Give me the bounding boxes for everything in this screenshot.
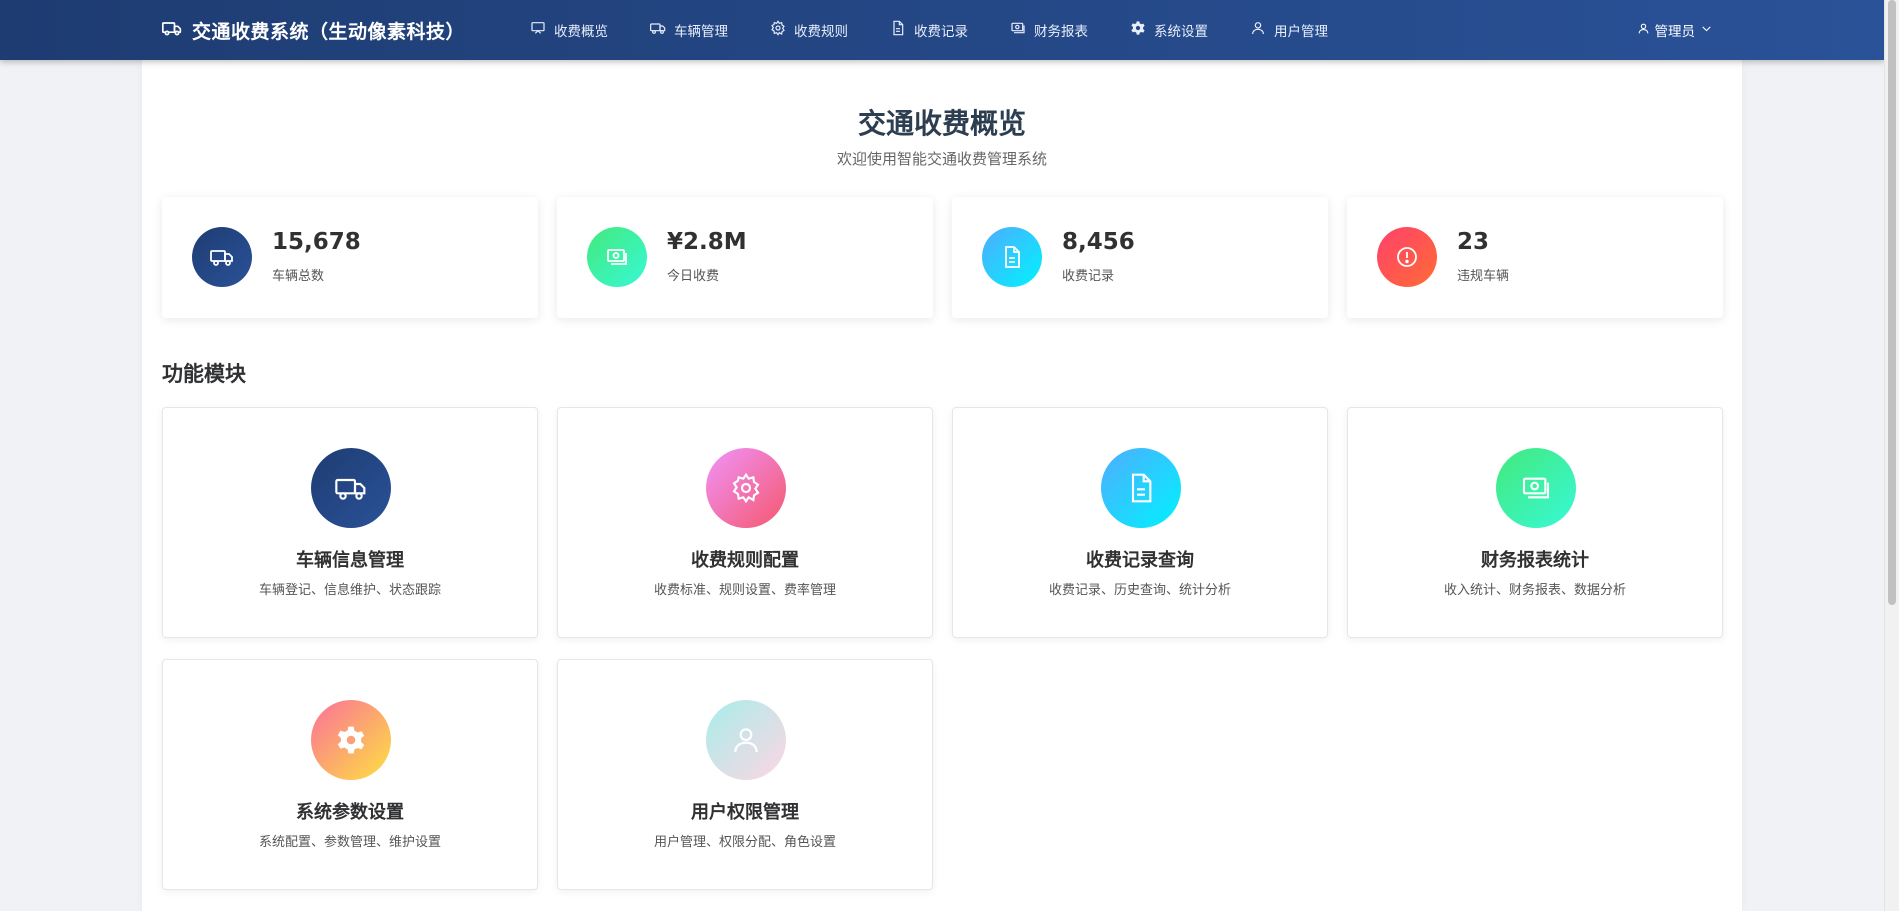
- stat-card-vehicles: 15,678 车辆总数: [162, 197, 538, 318]
- stat-card-revenue: ¥2.8M 今日收费: [557, 197, 933, 318]
- module-title: 系统参数设置: [296, 802, 404, 823]
- document-icon: [1101, 448, 1181, 528]
- module-title: 用户权限管理: [691, 802, 799, 823]
- main-nav: 收费概览 车辆管理 收费规则 收费记录 财务报表 系统设置 用户管理: [509, 0, 1349, 60]
- module-card-user-permissions[interactable]: 用户权限管理 用户管理、权限分配、角色设置: [557, 659, 933, 890]
- module-desc: 收费标准、规则设置、费率管理: [653, 583, 836, 598]
- module-card-fee-records[interactable]: 收费记录查询 收费记录、历史查询、统计分析: [952, 407, 1328, 638]
- module-desc: 收入统计、财务报表、数据分析: [1443, 583, 1626, 598]
- module-title: 收费记录查询: [1086, 550, 1194, 571]
- nav-item-finance[interactable]: 财务报表: [989, 0, 1109, 60]
- user-icon: [1637, 22, 1650, 39]
- nav-item-label: 收费概览: [554, 24, 608, 40]
- document-icon: [982, 227, 1042, 287]
- module-desc: 系统配置、参数管理、维护设置: [258, 835, 441, 850]
- page-subtitle: 欢迎使用智能交通收费管理系统: [836, 150, 1047, 168]
- nav-item-label: 收费记录: [914, 24, 968, 40]
- brand[interactable]: 交通收费系统（生动像素科技）: [162, 0, 465, 60]
- gear-filled-icon: [311, 700, 391, 780]
- nav-item-overview[interactable]: 收费概览: [509, 0, 629, 60]
- module-card-vehicle-info[interactable]: 车辆信息管理 车辆登记、信息维护、状态跟踪: [162, 407, 538, 638]
- main-content: 交通收费概览 欢迎使用智能交通收费管理系统 15,678 车辆总数 ¥2.8M …: [142, 60, 1742, 911]
- stat-label: 违规车辆: [1457, 269, 1510, 284]
- gear-outline-icon: [706, 448, 786, 528]
- stat-value: 15,678: [272, 229, 361, 255]
- truck-icon: [192, 227, 252, 287]
- stat-value: 8,456: [1062, 229, 1135, 255]
- chevron-down-icon: [1700, 22, 1713, 39]
- top-navbar: 交通收费系统（生动像素科技） 收费概览 车辆管理 收费规则 收费记录 财务报表 …: [0, 0, 1884, 60]
- module-card-system-params[interactable]: 系统参数设置 系统配置、参数管理、维护设置: [162, 659, 538, 890]
- module-card-fee-rules[interactable]: 收费规则配置 收费标准、规则设置、费率管理: [557, 407, 933, 638]
- page-title: 交通收费概览: [857, 107, 1026, 140]
- money-icon: [587, 227, 647, 287]
- nav-item-label: 财务报表: [1034, 24, 1088, 40]
- nav-item-rules[interactable]: 收费规则: [749, 0, 869, 60]
- stat-label: 今日收费: [667, 269, 720, 284]
- nav-item-vehicles[interactable]: 车辆管理: [629, 0, 749, 60]
- truck-icon: [311, 448, 391, 528]
- stat-value: 23: [1457, 229, 1490, 255]
- module-title: 收费规则配置: [691, 550, 799, 571]
- module-desc: 用户管理、权限分配、角色设置: [653, 835, 836, 850]
- nav-item-label: 车辆管理: [674, 24, 728, 40]
- document-icon: [890, 20, 906, 40]
- user-menu[interactable]: 管理员: [1637, 0, 1714, 60]
- module-title: 车辆信息管理: [296, 550, 404, 571]
- stat-label: 收费记录: [1062, 269, 1115, 284]
- module-desc: 收费记录、历史查询、统计分析: [1048, 583, 1231, 598]
- vertical-scrollbar[interactable]: [1884, 0, 1899, 911]
- section-title: 功能模块: [162, 362, 246, 386]
- scrollbar-thumb[interactable]: [1888, 0, 1896, 605]
- user-name: 管理员: [1654, 24, 1696, 40]
- warning-icon: [1377, 227, 1437, 287]
- module-desc: 车辆登记、信息维护、状态跟踪: [258, 583, 441, 598]
- monitor-icon: [530, 20, 546, 40]
- money-icon: [1010, 20, 1026, 40]
- truck-icon: [162, 18, 182, 42]
- truck-icon: [650, 20, 666, 40]
- stat-value: ¥2.8M: [667, 229, 747, 255]
- stat-card-records: 8,456 收费记录: [952, 197, 1328, 318]
- user-icon: [706, 700, 786, 780]
- module-card-finance[interactable]: 财务报表统计 收入统计、财务报表、数据分析: [1347, 407, 1723, 638]
- gear-outline-icon: [770, 20, 786, 40]
- user-icon: [1250, 20, 1266, 40]
- nav-item-users[interactable]: 用户管理: [1229, 0, 1349, 60]
- stat-card-violations: 23 违规车辆: [1347, 197, 1723, 318]
- module-title: 财务报表统计: [1481, 550, 1589, 571]
- app-title: 交通收费系统（生动像素科技）: [192, 20, 466, 43]
- nav-item-settings[interactable]: 系统设置: [1109, 0, 1229, 60]
- money-icon: [1496, 448, 1576, 528]
- stat-label: 车辆总数: [272, 269, 325, 284]
- nav-item-records[interactable]: 收费记录: [869, 0, 989, 60]
- nav-item-label: 用户管理: [1274, 24, 1328, 40]
- gear-filled-icon: [1130, 20, 1146, 40]
- nav-item-label: 系统设置: [1154, 24, 1208, 40]
- nav-item-label: 收费规则: [794, 24, 848, 40]
